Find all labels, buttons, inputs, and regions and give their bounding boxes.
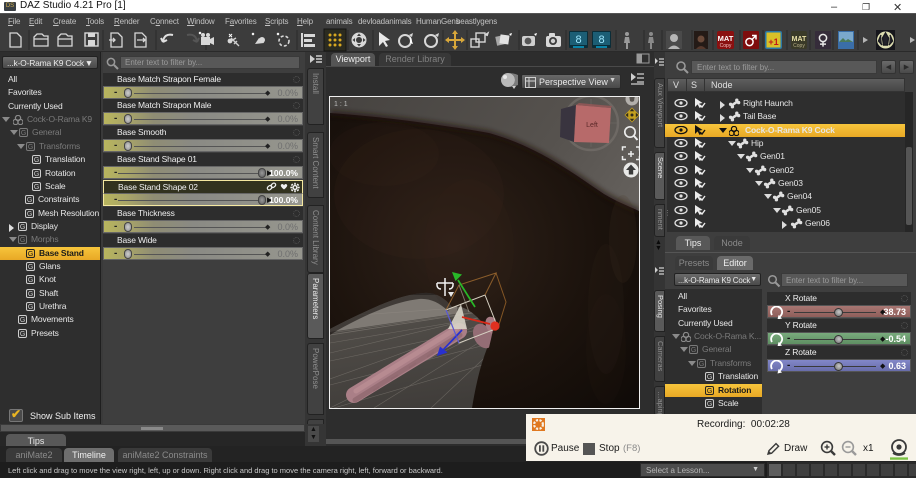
svg-text:8: 8 (598, 34, 604, 46)
svg-text:+1: +1 (768, 37, 778, 47)
svg-text:MAT: MAT (718, 34, 734, 43)
svg-text:MAT: MAT (792, 36, 807, 43)
svg-text:1 : 1: 1 : 1 (334, 101, 348, 108)
svg-text:8: 8 (575, 34, 581, 46)
svg-text:Copy: Copy (793, 43, 805, 49)
svg-text:Left: Left (586, 122, 598, 129)
svg-text:Copy: Copy (720, 43, 732, 49)
